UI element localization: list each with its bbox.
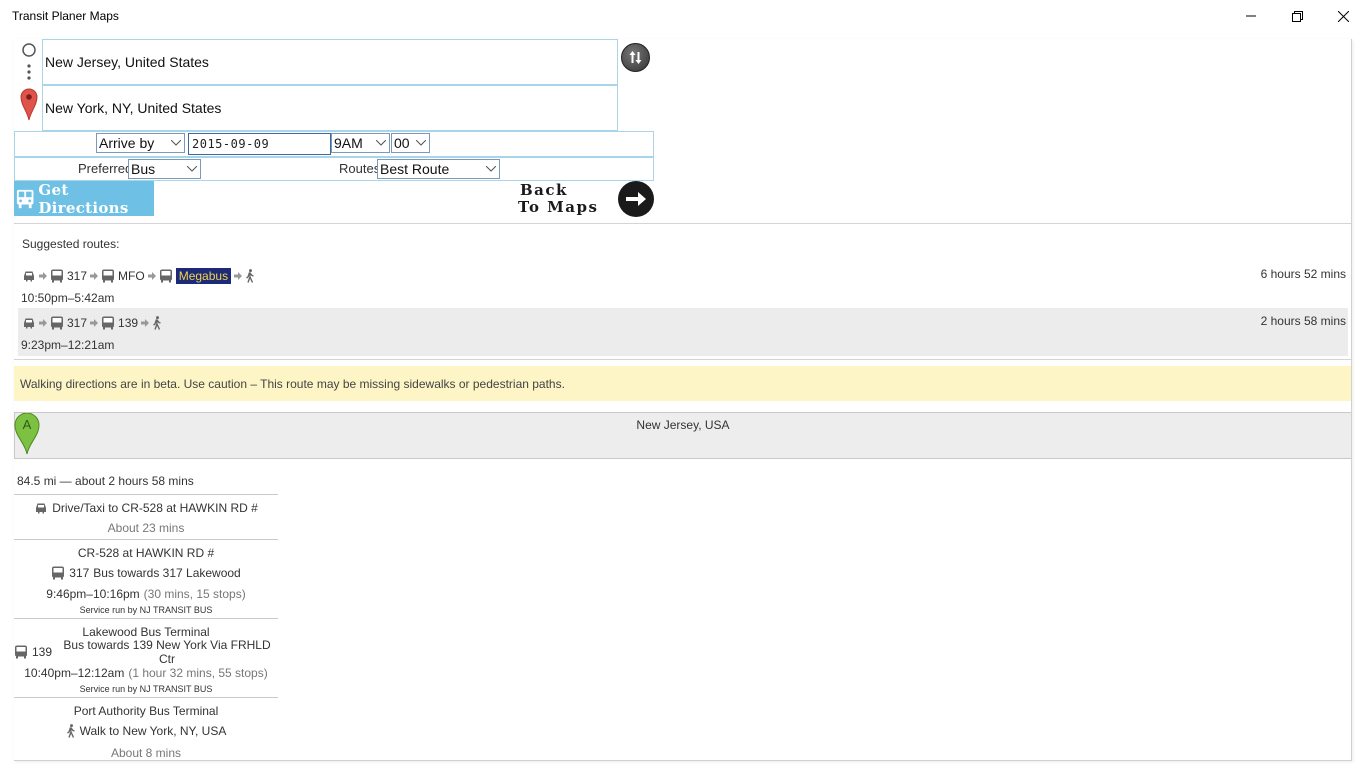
preferred-label: Preferred xyxy=(78,161,133,176)
minimize-button[interactable] xyxy=(1228,0,1274,32)
preferred-mode-select[interactable]: Bus xyxy=(128,159,201,179)
start-location: New Jersey, USA xyxy=(636,418,730,432)
chevron-down-icon xyxy=(483,160,499,178)
origin-input[interactable]: New Jersey, United States xyxy=(42,39,618,85)
route-duration: 2 hours 58 mins xyxy=(1260,314,1346,328)
back-label: Back xyxy=(520,181,568,199)
close-icon xyxy=(1337,10,1349,22)
step-drive[interactable]: Drive/Taxi to CR-528 at HAWKIN RD # Abou… xyxy=(14,494,278,539)
origin-marker-icon xyxy=(22,43,36,80)
walking-warning: Walking directions are in beta. Use caut… xyxy=(14,366,1351,401)
suggested-routes-title: Suggested routes: xyxy=(22,237,120,251)
start-location-bar: A New Jersey, USA xyxy=(14,412,1351,459)
minimize-icon xyxy=(1246,15,1256,17)
minute-select[interactable]: 00 xyxy=(391,133,430,153)
route-number: MFO xyxy=(118,269,145,283)
hour-select[interactable]: 9AM xyxy=(331,133,390,153)
step-walk[interactable]: Port Authority Bus Terminal Walk to New … xyxy=(14,697,278,760)
route-option[interactable]: 317 139 9:23pm–12:21am 2 hours 58 mins xyxy=(18,308,1348,356)
arrow-right-icon xyxy=(39,272,47,280)
routes-label: Routes xyxy=(339,161,381,176)
bus-icon xyxy=(102,269,115,283)
title-bar: Transit Planer Maps xyxy=(0,0,1366,32)
chevron-down-icon xyxy=(168,134,184,152)
destination-input[interactable]: New York, NY, United States xyxy=(42,85,618,131)
trip-summary: 84.5 mi — about 2 hours 58 mins xyxy=(17,474,194,488)
route-number: 317 xyxy=(69,566,90,580)
route-time: 10:50pm–5:42am xyxy=(21,291,115,305)
bus-icon xyxy=(52,566,65,580)
swap-locations-button[interactable] xyxy=(621,43,650,72)
route-option[interactable]: 317 MFO Megabus 10:50pm–5:42am 6 hours 5… xyxy=(18,261,1348,309)
get-directions-button[interactable]: Get Directions xyxy=(14,180,154,217)
bus-icon xyxy=(51,269,63,283)
bus-icon xyxy=(51,316,63,330)
to-maps-label: To Maps xyxy=(518,198,599,216)
restore-icon xyxy=(1291,10,1303,22)
arrow-right-icon xyxy=(141,319,150,327)
bus-icon xyxy=(15,645,27,659)
swap-arrows-icon xyxy=(629,51,642,64)
restore-button[interactable] xyxy=(1274,0,1320,32)
car-icon xyxy=(36,503,47,514)
route-number: 139 xyxy=(32,645,53,659)
chevron-down-icon xyxy=(184,160,200,178)
arrow-right-icon xyxy=(234,272,243,280)
route-number: 317 xyxy=(67,269,88,283)
agency-badge: Megabus xyxy=(175,268,232,284)
date-input[interactable]: 2015-09-09 xyxy=(188,133,331,155)
walk-icon xyxy=(153,316,161,330)
arrow-right-icon xyxy=(618,181,654,217)
destination-pin-icon xyxy=(20,88,38,121)
route-time: 9:23pm–12:21am xyxy=(21,338,115,352)
route-number: 139 xyxy=(118,316,139,330)
app-content: New Jersey, United States New York, NY, … xyxy=(14,39,1352,761)
get-directions-label: Get Directions xyxy=(38,180,129,217)
arrow-right-icon xyxy=(90,272,99,280)
chevron-down-icon xyxy=(373,134,389,152)
routes-select[interactable]: Best Route xyxy=(377,159,500,179)
route-number: 317 xyxy=(67,316,88,330)
time-mode-select[interactable]: Arrive by xyxy=(96,133,185,153)
window-title: Transit Planer Maps xyxy=(12,9,119,23)
walk-icon xyxy=(66,724,75,738)
bus-icon xyxy=(16,189,34,208)
arrow-right-icon xyxy=(147,272,156,280)
arrow-right-icon xyxy=(39,319,47,327)
back-to-maps-button[interactable]: Back To Maps xyxy=(518,181,654,217)
car-icon xyxy=(24,318,34,329)
stop-name: CR-528 at HAWKIN RD # xyxy=(77,546,215,560)
preferences-row: Preferred Bus Routes Best Route xyxy=(14,157,654,181)
step-bus-317[interactable]: CR-528 at HAWKIN RD # 317 Bus towards 31… xyxy=(14,539,278,618)
walk-icon xyxy=(246,269,254,283)
route-duration: 6 hours 52 mins xyxy=(1260,267,1346,281)
stop-name: Port Authority Bus Terminal xyxy=(73,704,219,718)
directions-steps: Drive/Taxi to CR-528 at HAWKIN RD # Abou… xyxy=(14,494,278,760)
close-button[interactable] xyxy=(1320,0,1366,32)
arrow-right-icon xyxy=(90,319,99,327)
bus-icon xyxy=(102,316,115,330)
car-icon xyxy=(24,271,34,282)
chevron-down-icon xyxy=(413,134,429,152)
suggested-routes: Suggested routes: 317 MFO Megabus 10:50p… xyxy=(14,223,1351,360)
step-bus-139[interactable]: Lakewood Bus Terminal 139 Bus towards 13… xyxy=(14,618,278,697)
bus-icon xyxy=(159,269,172,283)
time-options-row: Arrive by 2015-09-09 9AM 00 xyxy=(14,131,654,157)
